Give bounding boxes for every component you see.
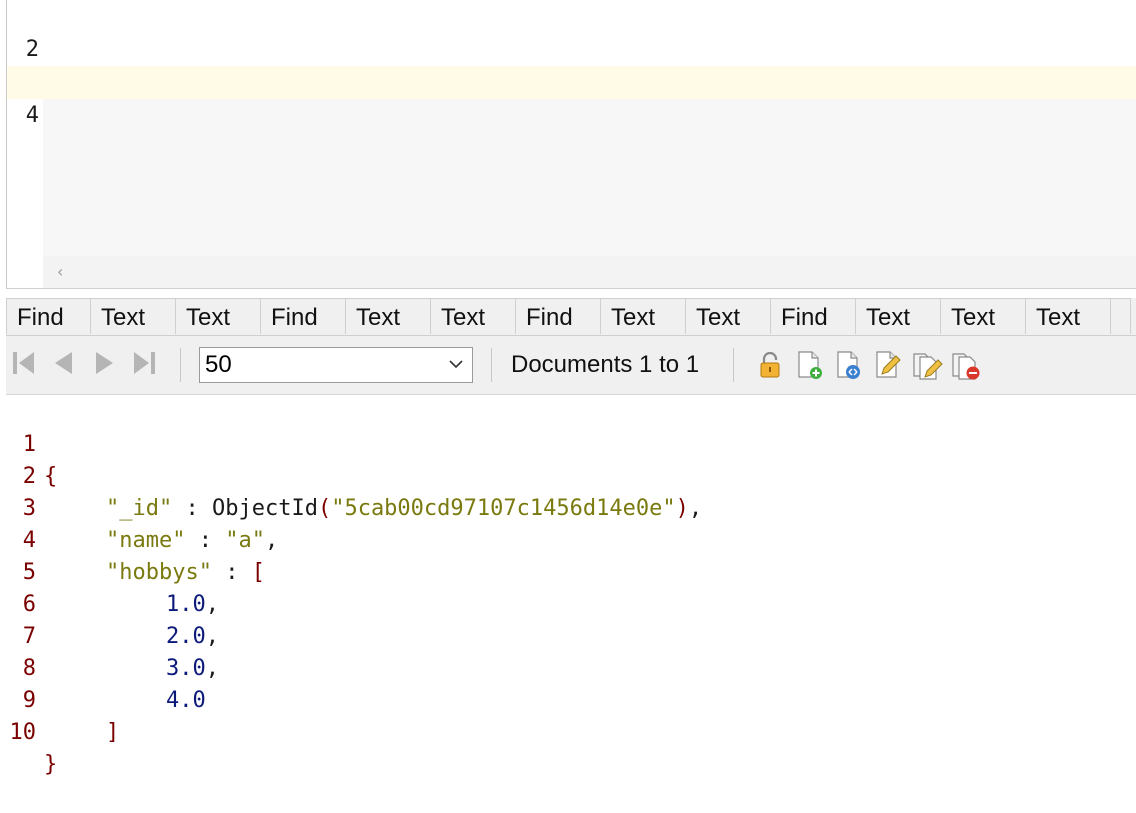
result-tab[interactable]: Text bbox=[601, 298, 686, 334]
next-page-icon bbox=[96, 352, 113, 374]
result-line: 4 "hobbys" : [ bbox=[6, 493, 1136, 585]
first-page-icon bbox=[13, 352, 34, 374]
lock-button[interactable] bbox=[755, 350, 785, 380]
toolbar-separator bbox=[733, 348, 734, 382]
result-tab[interactable]: Text bbox=[176, 298, 261, 334]
result-tab[interactable]: Text bbox=[686, 298, 771, 334]
result-tab-partial[interactable] bbox=[1111, 298, 1131, 334]
chevron-down-icon bbox=[449, 360, 463, 369]
result-line: 7 3.0, bbox=[6, 589, 1136, 681]
result-tab[interactable]: Text bbox=[91, 298, 176, 334]
page-size-select[interactable]: 50 bbox=[199, 347, 473, 383]
delete-documents-button[interactable] bbox=[950, 350, 980, 380]
editor-line[interactable]: 3 db.c3.update({name:'a'},{$addToSet:{ho… bbox=[7, 33, 1136, 128]
edit-multiple-documents-icon bbox=[913, 353, 943, 380]
editor-line[interactable]: 2 db.c3.insert({name:'a', hobbys:[1,2]})… bbox=[7, 0, 1136, 95]
toolbar-separator bbox=[491, 348, 492, 382]
edit-multiple-documents-button[interactable] bbox=[911, 350, 943, 380]
result-tab[interactable]: Text bbox=[346, 298, 431, 334]
result-json-viewer[interactable]: 1 { 2 "_id" : ObjectId("5cab00cd97107c14… bbox=[6, 395, 1136, 777]
result-line-number: 10 bbox=[9, 720, 37, 745]
result-line: 5 1.0, bbox=[6, 525, 1136, 617]
editor-line-number: 4 bbox=[25, 103, 39, 128]
edit-document-icon bbox=[876, 351, 901, 378]
result-line: 6 2.0, bbox=[6, 557, 1136, 649]
editor-current-line[interactable]: 4 db.c3.find() bbox=[7, 66, 1136, 161]
editor-empty-area[interactable] bbox=[43, 99, 1136, 256]
result-line: 9 ] bbox=[6, 653, 1136, 745]
result-tab[interactable]: Find bbox=[261, 298, 346, 334]
close-bracket: ] bbox=[106, 720, 120, 745]
previous-page-button[interactable] bbox=[50, 348, 78, 378]
lock-icon bbox=[760, 351, 780, 378]
query-editor[interactable]: 2 db.c3.insert({name:'a', hobbys:[1,2]})… bbox=[6, 0, 1136, 289]
result-line: 3 "name" : "a", bbox=[6, 461, 1136, 553]
result-tab[interactable]: Text bbox=[941, 298, 1026, 334]
view-document-icon bbox=[837, 351, 860, 379]
result-line: 2 "_id" : ObjectId("5cab00cd97107c1456d1… bbox=[6, 429, 1136, 521]
last-page-icon bbox=[134, 352, 155, 374]
next-page-button[interactable] bbox=[90, 348, 118, 378]
scroll-left-arrow-icon[interactable]: ‹ bbox=[57, 262, 63, 281]
last-page-button[interactable] bbox=[130, 348, 158, 378]
page-size-value: 50 bbox=[205, 351, 232, 378]
result-tab[interactable]: Find bbox=[771, 298, 856, 334]
previous-page-icon bbox=[55, 352, 72, 374]
result-tab[interactable]: Find bbox=[6, 298, 91, 334]
close-brace: } bbox=[44, 752, 58, 777]
result-line: 10 } bbox=[6, 685, 1136, 777]
results-toolbar: 50 Documents 1 to 1 bbox=[6, 336, 1136, 395]
editor-horizontal-scrollbar[interactable]: ‹ bbox=[43, 256, 1136, 288]
toolbar-separator bbox=[180, 348, 181, 382]
first-page-button[interactable] bbox=[10, 348, 38, 378]
result-tab[interactable]: Text bbox=[431, 298, 516, 334]
edit-document-button[interactable] bbox=[872, 350, 902, 380]
result-tab-bar: Find Text Text Find Text Text Find Text … bbox=[6, 298, 1136, 336]
add-document-icon bbox=[798, 351, 822, 379]
result-tab[interactable]: Text bbox=[856, 298, 941, 334]
result-line: 8 4.0 bbox=[6, 621, 1136, 713]
documents-range-label: Documents 1 to 1 bbox=[511, 351, 700, 378]
add-document-button[interactable] bbox=[794, 350, 824, 380]
result-tab[interactable]: Find bbox=[516, 298, 601, 334]
result-tab[interactable]: Text bbox=[1026, 298, 1111, 334]
view-document-button[interactable] bbox=[833, 350, 863, 380]
result-line: 1 { bbox=[6, 397, 1136, 489]
delete-documents-icon bbox=[952, 353, 980, 380]
